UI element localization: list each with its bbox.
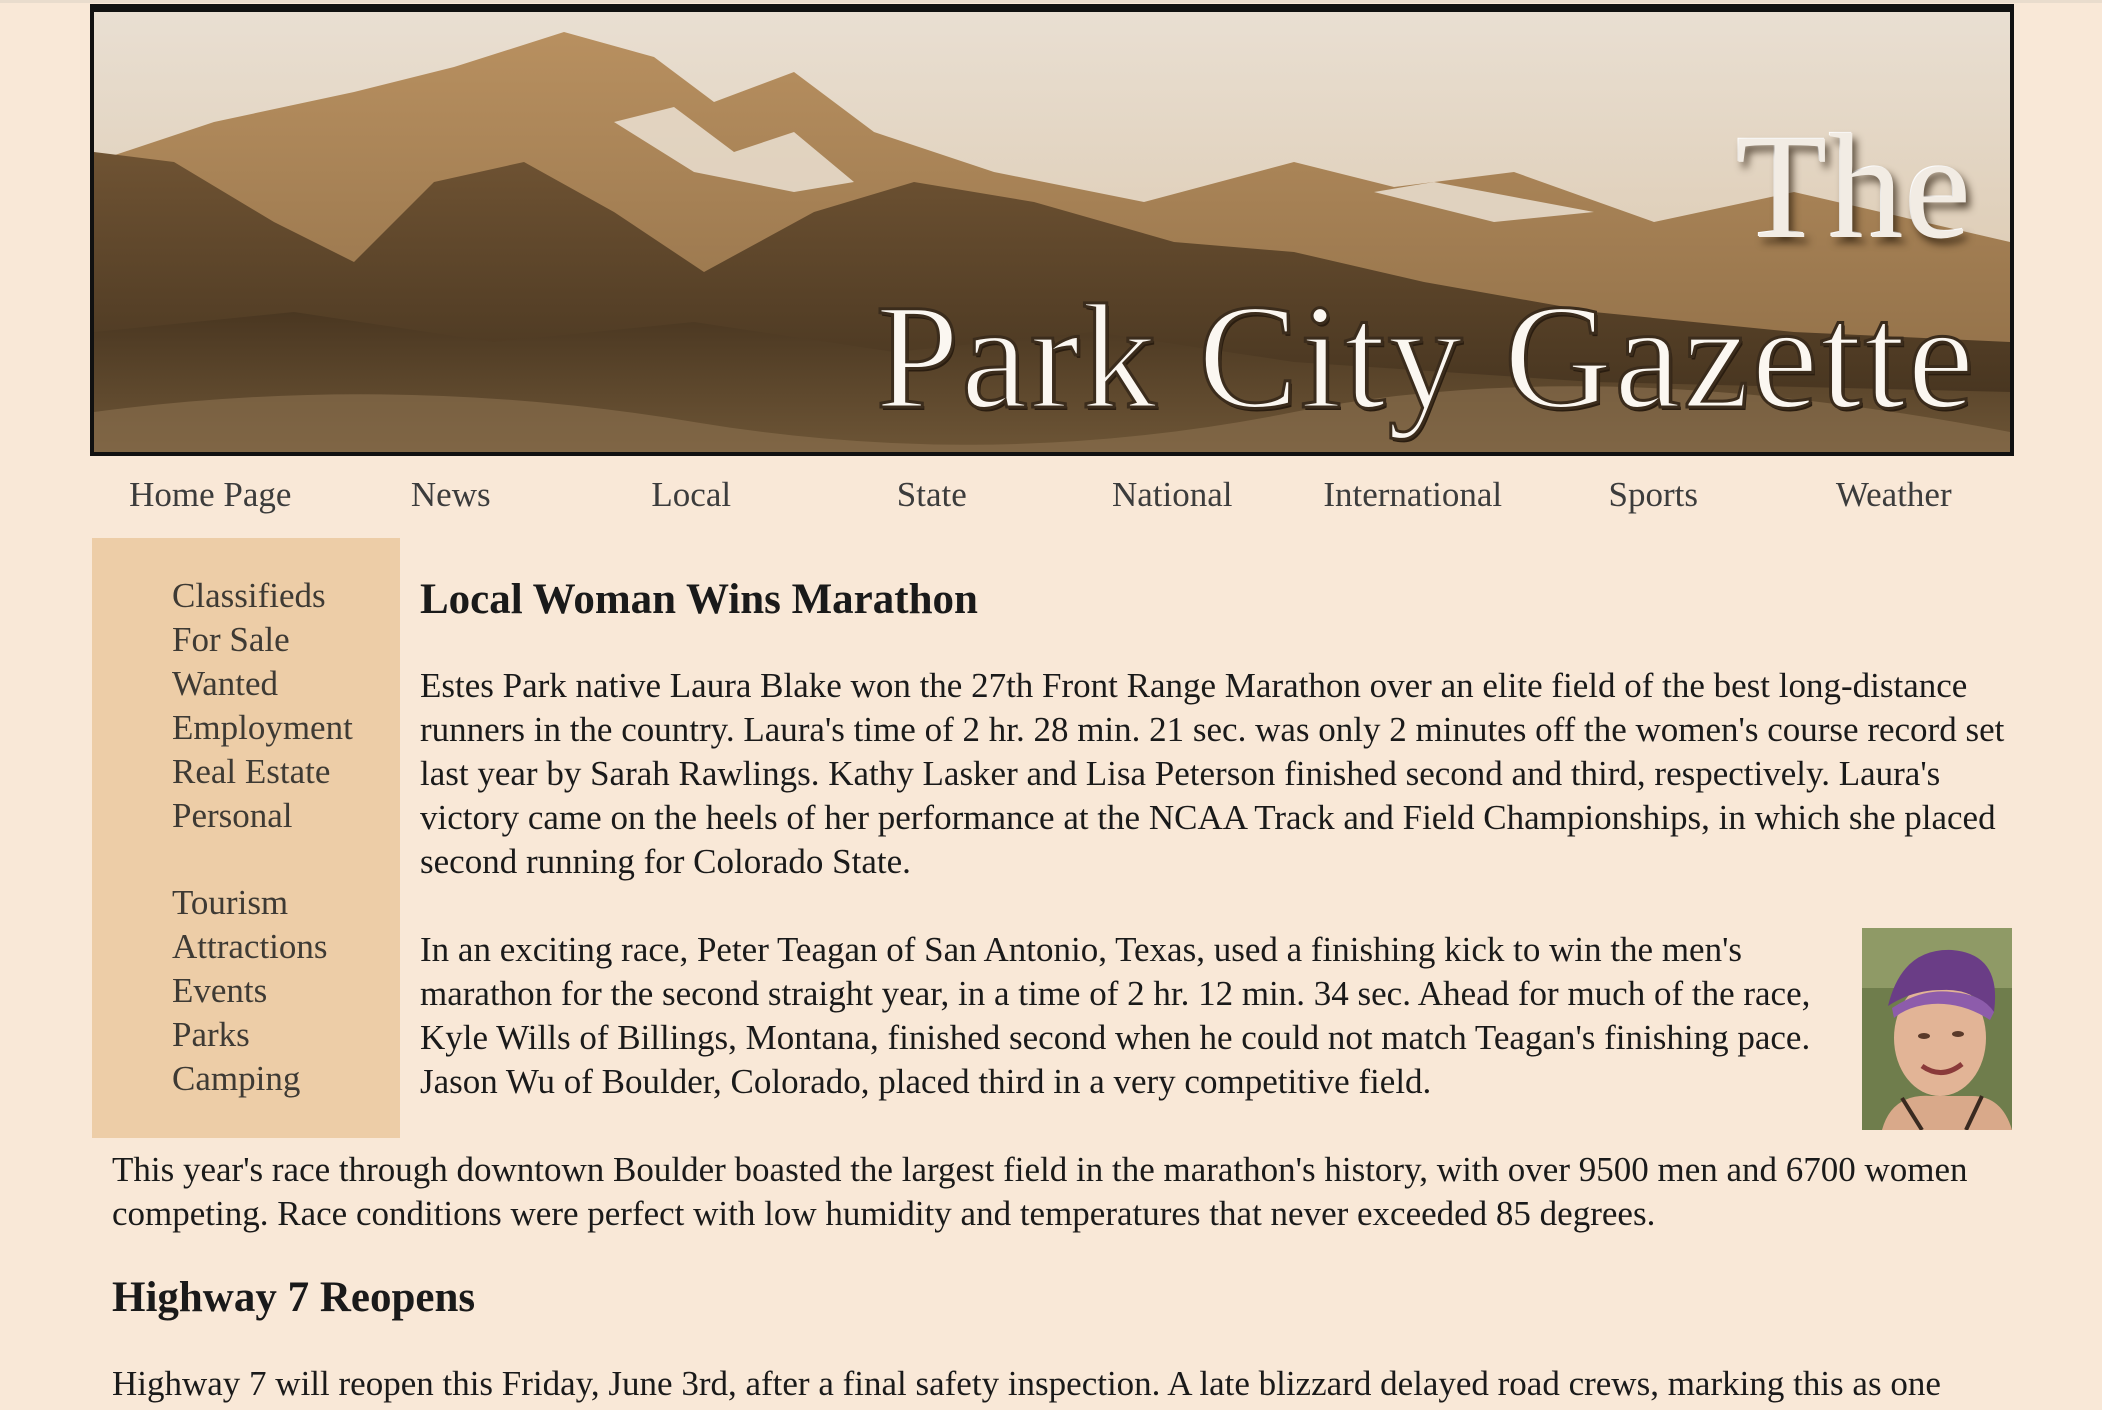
sidebar-tourism-group: Tourism Attractions Events Parks Camping — [172, 881, 328, 1101]
sidebar-item-classifieds[interactable]: Classifieds — [172, 574, 353, 618]
main-nav: Home Page News Local State National Inte… — [90, 470, 2014, 520]
sidebar-item-attractions[interactable]: Attractions — [172, 925, 328, 969]
sidebar-item-for-sale[interactable]: For Sale — [172, 618, 353, 662]
masthead-banner: The Park City Gazette — [90, 4, 2014, 456]
article-paragraph: In an exciting race, Peter Teagan of San… — [420, 930, 1811, 1101]
sidebar-classifieds-group: Classifieds For Sale Wanted Employment R… — [172, 574, 353, 838]
article-paragraph: This year's race through downtown Boulde… — [112, 1150, 1968, 1233]
sidebar-item-camping[interactable]: Camping — [172, 1057, 328, 1101]
nav-news[interactable]: News — [331, 470, 572, 520]
nav-home-page[interactable]: Home Page — [90, 470, 331, 520]
masthead-the: The — [1735, 104, 1972, 270]
nav-state[interactable]: State — [812, 470, 1053, 520]
article-paragraph: Highway 7 will reopen this Friday, June … — [112, 1364, 1941, 1403]
sidebar-item-parks[interactable]: Parks — [172, 1013, 328, 1057]
article-headline: Local Woman Wins Marathon — [420, 576, 978, 623]
sidebar-item-wanted[interactable]: Wanted — [172, 662, 353, 706]
article-headline: Highway 7 Reopens — [112, 1274, 476, 1321]
top-rule — [0, 0, 2102, 3]
sidebar-item-employment[interactable]: Employment — [172, 706, 353, 750]
sidebar-item-events[interactable]: Events — [172, 969, 328, 1013]
article-paragraph: Estes Park native Laura Blake won the 27… — [420, 666, 2005, 881]
nav-sports[interactable]: Sports — [1533, 470, 1774, 520]
nav-weather[interactable]: Weather — [1774, 470, 2015, 520]
sidebar: Classifieds For Sale Wanted Employment R… — [92, 538, 400, 1138]
sidebar-item-real-estate[interactable]: Real Estate — [172, 750, 353, 794]
sidebar-item-tourism[interactable]: Tourism — [172, 881, 328, 925]
nav-national[interactable]: National — [1052, 470, 1293, 520]
nav-international[interactable]: International — [1293, 470, 1534, 520]
nav-local[interactable]: Local — [571, 470, 812, 520]
masthead-title: Park City Gazette — [874, 274, 1976, 440]
runner-photo — [1862, 928, 2012, 1130]
sidebar-item-personal[interactable]: Personal — [172, 794, 353, 838]
